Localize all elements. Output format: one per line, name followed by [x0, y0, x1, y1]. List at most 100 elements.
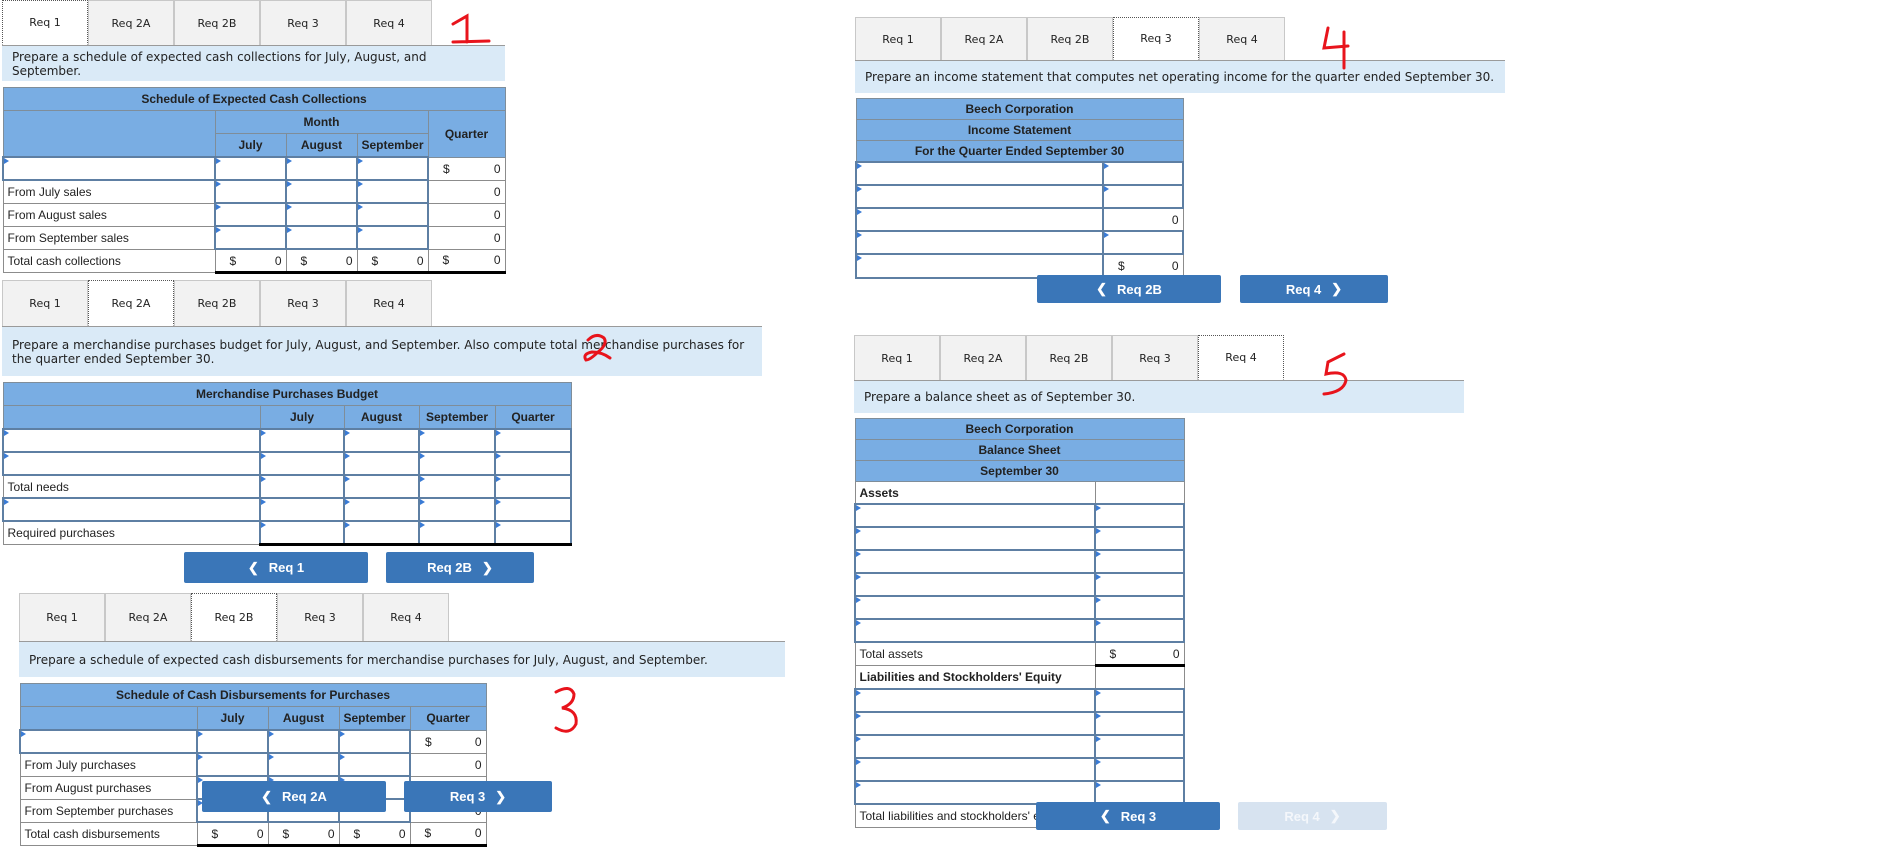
amount-input[interactable]: [1101, 184, 1185, 209]
row-label-input[interactable]: [19, 729, 198, 754]
september-input[interactable]: [418, 497, 496, 522]
august-input[interactable]: [343, 451, 420, 476]
august-input[interactable]: [267, 752, 340, 777]
tab-req-2a[interactable]: Req 2A: [88, 0, 174, 45]
tab-req-2a[interactable]: Req 2A: [88, 280, 174, 326]
tab-req-1[interactable]: Req 1: [855, 17, 941, 60]
september-input[interactable]: [338, 752, 411, 777]
tab-req-4[interactable]: Req 4: [1199, 17, 1285, 60]
tab-req-1[interactable]: Req 1: [2, 0, 88, 45]
amount-input[interactable]: [1101, 230, 1185, 255]
liability-amount-input[interactable]: [1093, 688, 1186, 713]
asset-amount-input[interactable]: [1093, 503, 1186, 528]
tab-req-3[interactable]: Req 3: [1113, 17, 1199, 60]
next-req-3-button[interactable]: Req 3 ❯: [404, 781, 552, 812]
tab-req-2b[interactable]: Req 2B: [174, 0, 260, 45]
amount-input[interactable]: [1101, 161, 1185, 186]
quarter-input[interactable]: [493, 451, 573, 476]
asset-amount-input[interactable]: [1093, 595, 1186, 620]
tab-req-3[interactable]: Req 3: [260, 0, 346, 45]
september-input[interactable]: [418, 451, 496, 476]
line-label-input[interactable]: [855, 184, 1104, 209]
tab-req-2b[interactable]: Req 2B: [174, 280, 260, 326]
asset-label-input[interactable]: [854, 526, 1096, 551]
tab-req-4[interactable]: Req 4: [363, 593, 449, 641]
next-req-2b-button[interactable]: Req 2B ❯: [386, 552, 534, 583]
tab-req-4[interactable]: Req 4: [346, 280, 432, 326]
asset-amount-input[interactable]: [1093, 526, 1186, 551]
september-input[interactable]: [356, 156, 429, 181]
row-label-input[interactable]: [2, 497, 261, 522]
september-input[interactable]: [418, 428, 496, 453]
liability-label-input[interactable]: [854, 711, 1096, 736]
asset-label-input[interactable]: [854, 572, 1096, 597]
asset-amount-input[interactable]: [1093, 549, 1186, 574]
liability-amount-input[interactable]: [1093, 780, 1186, 805]
line-label-input[interactable]: [855, 230, 1104, 255]
september-input[interactable]: [338, 729, 411, 754]
tab-req-2b[interactable]: Req 2B: [1027, 17, 1113, 60]
tab-req-4[interactable]: Req 4: [1198, 335, 1284, 380]
august-input[interactable]: [343, 474, 420, 499]
line-label-input[interactable]: [855, 161, 1104, 186]
liability-label-input[interactable]: [854, 688, 1096, 713]
liability-amount-input[interactable]: [1093, 711, 1186, 736]
liability-label-input[interactable]: [854, 780, 1096, 805]
september-input[interactable]: [356, 202, 429, 227]
liability-amount-input[interactable]: [1093, 734, 1186, 759]
july-input[interactable]: [214, 179, 287, 204]
tab-req-2a[interactable]: Req 2A: [105, 593, 191, 641]
july-input[interactable]: [259, 451, 345, 476]
tab-req-2a[interactable]: Req 2A: [940, 335, 1026, 380]
september-input[interactable]: [418, 474, 496, 499]
liability-amount-input[interactable]: [1093, 757, 1186, 782]
august-input[interactable]: [285, 179, 358, 204]
tab-req-2a[interactable]: Req 2A: [941, 17, 1027, 60]
tab-req-3[interactable]: Req 3: [260, 280, 346, 326]
row-label-input[interactable]: [2, 451, 261, 476]
august-input[interactable]: [343, 428, 420, 453]
september-input[interactable]: [418, 520, 496, 546]
quarter-input[interactable]: [493, 428, 573, 453]
tab-req-1[interactable]: Req 1: [2, 280, 88, 326]
asset-amount-input[interactable]: [1093, 572, 1186, 597]
prev-req-3-button[interactable]: ❮ Req 3: [1036, 802, 1220, 830]
tab-req-4[interactable]: Req 4: [346, 0, 432, 45]
line-label-input[interactable]: [855, 253, 1104, 279]
july-input[interactable]: [214, 202, 287, 227]
july-input[interactable]: [259, 520, 345, 546]
september-input[interactable]: [356, 225, 429, 250]
july-input[interactable]: [196, 729, 269, 754]
august-input[interactable]: [267, 729, 340, 754]
tab-req-2b[interactable]: Req 2B: [191, 593, 277, 641]
asset-label-input[interactable]: [854, 618, 1096, 643]
july-input[interactable]: [196, 752, 269, 777]
line-label-input[interactable]: [855, 207, 1104, 232]
prev-req-2b-button[interactable]: ❮ Req 2B: [1037, 275, 1221, 303]
tab-req-3[interactable]: Req 3: [277, 593, 363, 641]
july-input[interactable]: [259, 497, 345, 522]
july-input[interactable]: [214, 225, 287, 250]
liability-label-input[interactable]: [854, 757, 1096, 782]
row-label-input[interactable]: [2, 428, 261, 453]
august-input[interactable]: [285, 156, 358, 181]
august-input[interactable]: [343, 497, 420, 522]
july-input[interactable]: [214, 156, 287, 181]
quarter-input[interactable]: [493, 520, 573, 546]
asset-amount-input[interactable]: [1093, 618, 1186, 643]
quarter-input[interactable]: [493, 474, 573, 499]
july-input[interactable]: [259, 474, 345, 499]
row-label-input[interactable]: [2, 156, 216, 181]
asset-label-input[interactable]: [854, 595, 1096, 620]
august-input[interactable]: [343, 520, 420, 546]
prev-req-1-button[interactable]: ❮ Req 1: [184, 552, 368, 583]
next-req-4-button[interactable]: Req 4 ❯: [1240, 275, 1388, 303]
september-input[interactable]: [356, 179, 429, 204]
asset-label-input[interactable]: [854, 503, 1096, 528]
tab-req-3[interactable]: Req 3: [1112, 335, 1198, 380]
tab-req-1[interactable]: Req 1: [854, 335, 940, 380]
august-input[interactable]: [285, 202, 358, 227]
august-input[interactable]: [285, 225, 358, 250]
tab-req-1[interactable]: Req 1: [19, 593, 105, 641]
tab-req-2b[interactable]: Req 2B: [1026, 335, 1112, 380]
